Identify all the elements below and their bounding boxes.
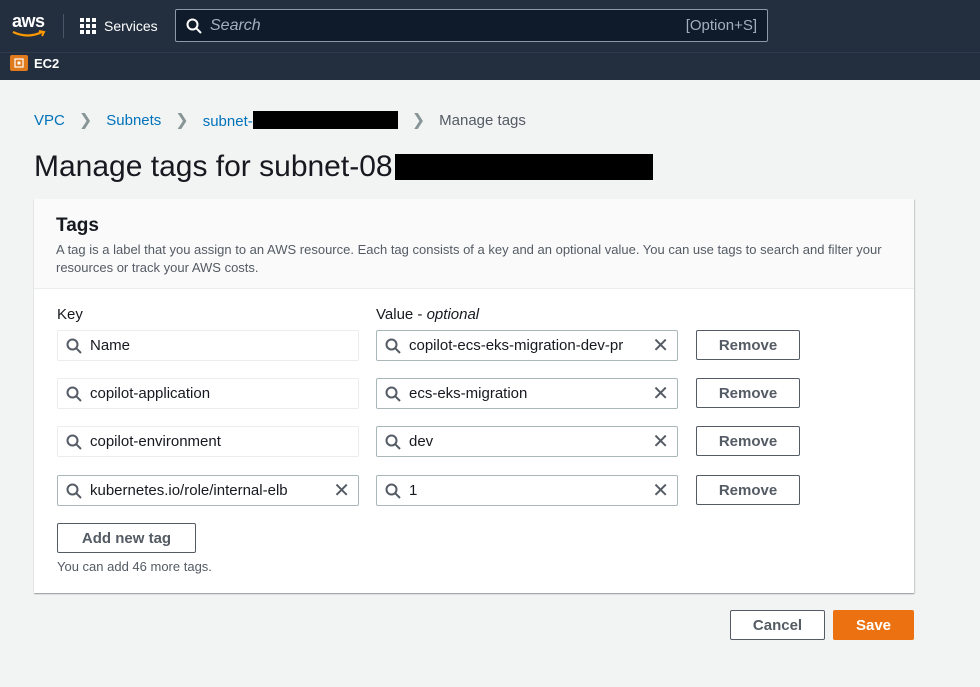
value-label-optional: optional (426, 306, 480, 323)
redaction-block (252, 110, 398, 129)
services-menu-button[interactable]: Services (80, 15, 158, 37)
tag-key-field[interactable] (57, 330, 359, 361)
remove-tag-button[interactable]: Remove (696, 330, 800, 360)
clear-icon[interactable]: ✕ (652, 336, 669, 356)
nav-divider (63, 14, 64, 38)
save-button[interactable]: Save (833, 610, 914, 640)
services-label: Services (104, 18, 158, 34)
search-icon (66, 434, 82, 450)
clear-icon[interactable]: ✕ (652, 384, 669, 404)
remove-tag-button[interactable]: Remove (696, 475, 800, 505)
search-icon (66, 386, 82, 402)
chevron-right-icon: ❯ (78, 112, 93, 129)
tag-key-field[interactable] (57, 426, 359, 457)
tag-key-field[interactable]: ✕ (57, 475, 359, 506)
tag-value-input[interactable] (409, 433, 647, 450)
tag-value-field[interactable]: ✕ (376, 426, 678, 457)
breadcrumb-subnet-prefix: subnet- (202, 112, 253, 130)
services-grid-icon (80, 18, 96, 34)
tag-value-input[interactable] (409, 482, 647, 499)
key-column-label: Key (57, 306, 83, 323)
breadcrumb-vpc[interactable]: VPC (34, 112, 65, 129)
clear-icon[interactable]: ✕ (333, 481, 350, 501)
search-icon (66, 483, 82, 499)
tag-key-field[interactable] (57, 378, 359, 409)
search-shortcut-hint: [Option+S] (685, 17, 757, 34)
tags-heading: Tags (56, 215, 99, 236)
page-title-text: Manage tags for subnet-08 (34, 150, 393, 183)
tag-key-input[interactable] (90, 337, 350, 354)
breadcrumb-subnet-id[interactable]: subnet- (202, 110, 398, 130)
search-icon (385, 483, 401, 499)
tag-value-field[interactable]: ✕ (376, 378, 678, 409)
search-icon (186, 18, 202, 34)
tag-key-input[interactable] (90, 433, 350, 450)
ec2-icon (10, 55, 28, 71)
service-bar (0, 52, 980, 80)
chevron-right-icon: ❯ (175, 112, 189, 129)
search-icon (66, 338, 82, 354)
tags-description: A tag is a label that you assign to an A… (56, 242, 882, 275)
aws-logo-text: aws (12, 11, 45, 31)
search-icon (385, 338, 401, 354)
search-input[interactable] (210, 16, 686, 35)
tag-value-field[interactable]: ✕ (376, 475, 678, 506)
tag-value-input[interactable] (409, 337, 647, 354)
ec2-service-link[interactable]: EC2 (10, 55, 59, 71)
redaction-block (394, 154, 653, 180)
add-new-tag-button[interactable]: Add new tag (57, 523, 196, 553)
clear-icon[interactable]: ✕ (652, 481, 669, 501)
tags-remaining-hint: You can add 46 more tags. (57, 559, 212, 574)
page-title: Manage tags for subnet-08 (34, 150, 653, 184)
tag-value-input[interactable] (409, 385, 647, 402)
tag-value-field[interactable]: ✕ (376, 330, 678, 361)
remove-tag-button[interactable]: Remove (696, 378, 800, 408)
global-search-box[interactable]: [Option+S] (175, 9, 768, 42)
value-column-label: Value - optional (376, 306, 479, 323)
cancel-button[interactable]: Cancel (730, 610, 825, 640)
breadcrumb: VPC ❯ Subnets ❯ subnet- ❯ Manage tags (34, 110, 526, 130)
top-navigation-bar: aws Services [Option+S] (0, 0, 980, 52)
value-label-text: Value - (376, 306, 427, 323)
tag-key-input[interactable] (90, 482, 328, 499)
aws-smile-icon (12, 30, 46, 37)
clear-icon[interactable]: ✕ (652, 432, 669, 452)
tags-panel-header: Tags A tag is a label that you assign to… (34, 199, 914, 289)
search-icon (385, 386, 401, 402)
search-icon (385, 434, 401, 450)
tag-key-input[interactable] (90, 385, 350, 402)
breadcrumb-subnets[interactable]: Subnets (106, 112, 161, 129)
ec2-label: EC2 (34, 55, 60, 71)
remove-tag-button[interactable]: Remove (696, 426, 800, 456)
aws-logo[interactable]: aws (10, 8, 50, 40)
breadcrumb-current: Manage tags (439, 111, 526, 129)
chevron-right-icon: ❯ (411, 112, 426, 129)
